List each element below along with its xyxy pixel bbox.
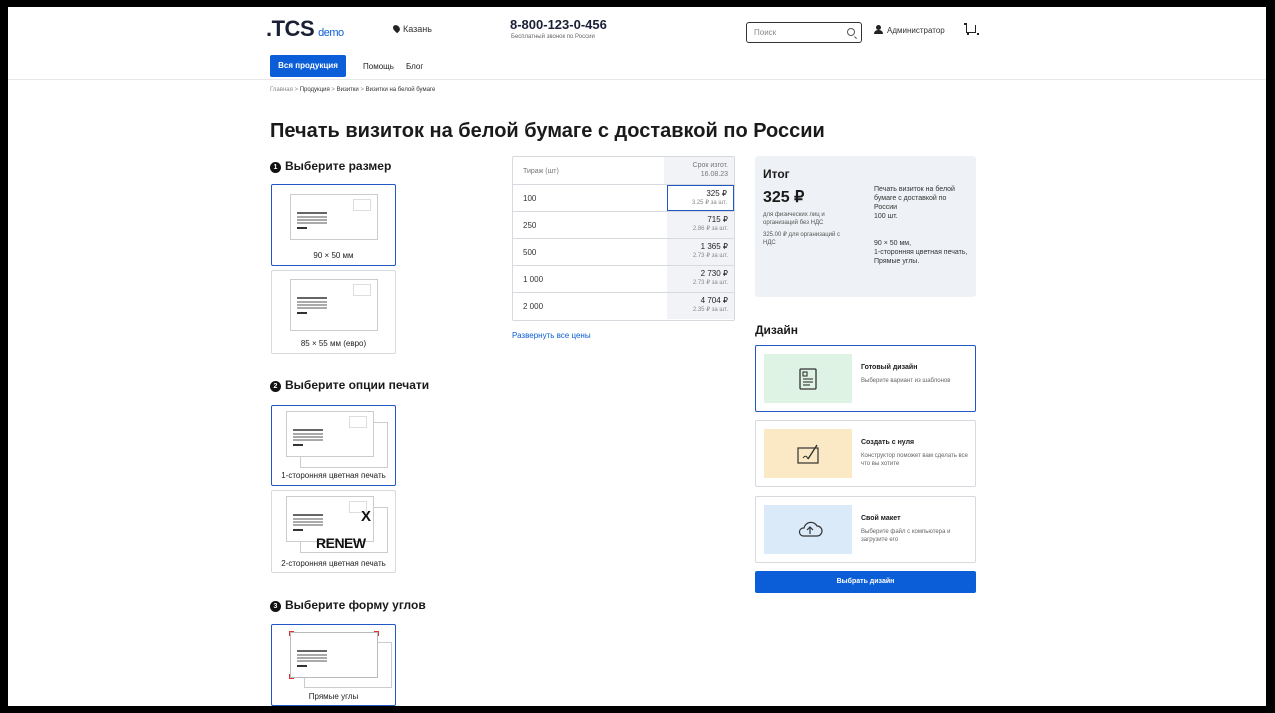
site-logo[interactable]: .TCS demo <box>266 16 344 42</box>
card-shape-preview <box>290 632 378 678</box>
order-summary: Итог 325 ₽ для физических лиц и организа… <box>755 156 976 297</box>
design-illustration <box>764 505 852 554</box>
design-section-title: Дизайн <box>755 323 799 337</box>
cloud-upload-icon <box>798 521 823 537</box>
breadcrumb-home[interactable]: Главная <box>270 87 293 93</box>
template-icon <box>799 368 817 390</box>
summary-title: Итог <box>763 167 790 181</box>
corners-option-square[interactable]: Прямые углы <box>271 624 396 706</box>
summary-note-no-vat: для физических лиц и организаций без НДС <box>763 212 825 226</box>
nav-all-products-button[interactable]: Вся продукция <box>270 55 346 77</box>
price-row[interactable]: 500 1 365 ₽2.73 ₽ за шт. <box>513 239 734 266</box>
design-option-ready[interactable]: Готовый дизайн Выберите вариант из шабло… <box>755 345 976 412</box>
search-icon[interactable] <box>847 28 855 36</box>
price-row[interactable]: 2 000 4 704 ₽2.35 ₽ за шт. <box>513 293 734 320</box>
print-option-two-sided[interactable]: X RENEW 2-сторонняя цветная печать <box>271 490 396 573</box>
breadcrumb: Главная > Продукция > Визитки > Визитки … <box>270 87 436 93</box>
corner-marker <box>289 631 294 636</box>
price-table-header: Тираж (шт) Срок изгот. 16.08.23 <box>513 157 734 185</box>
phone-number[interactable]: 8-800-123-0-456 <box>510 17 607 32</box>
step-print-title: 2 Выберите опции печати <box>270 378 429 392</box>
nav-blog-link[interactable]: Блог <box>406 62 423 71</box>
location-pin-icon <box>391 23 402 34</box>
design-illustration <box>764 429 852 478</box>
design-illustration <box>764 354 852 403</box>
summary-note-vat: 325.00 ₽ для организаций с НДС <box>763 232 841 246</box>
size-option-85x55[interactable]: 85 × 55 мм (евро) <box>271 270 396 354</box>
page-title: Печать визиток на белой бумаге с доставк… <box>270 120 825 142</box>
phone-note: Бесплатный звонок по России <box>511 34 595 40</box>
print-option-one-sided[interactable]: 1-сторонняя цветная печать <box>271 405 396 486</box>
user-icon <box>874 25 883 34</box>
summary-options: 90 × 50 мм, 1-сторонняя цветная печать, Пр… <box>874 240 968 265</box>
browser-viewport: .TCS demo Казань 8-800-123-0-456 Бесплатн… <box>8 7 1266 706</box>
card-preview-image <box>290 279 378 331</box>
cart-icon[interactable] <box>964 23 979 35</box>
city-selector[interactable]: Казань <box>391 23 432 34</box>
breadcrumb-products[interactable]: Продукция <box>300 87 330 93</box>
step-size-title: 1 Выберите размер <box>270 159 391 173</box>
price-row[interactable]: 100 325 ₽3.25 ₽ за шт. <box>513 185 734 212</box>
price-row[interactable]: 250 715 ₽2.86 ₽ за шт. <box>513 212 734 239</box>
size-option-90x50[interactable]: 90 × 50 мм <box>271 184 396 266</box>
step-corners-title: 3 Выберите форму углов <box>270 598 426 612</box>
price-table: Тираж (шт) Срок изгот. 16.08.23 100 325 ₽3… <box>512 156 735 321</box>
summary-description: Печать визиток на белой бумаге с доставк… <box>874 186 955 220</box>
user-menu[interactable]: Администратор <box>874 25 945 35</box>
logo-tag: demo <box>318 27 344 39</box>
card-preview-image <box>286 411 374 457</box>
corner-marker <box>289 674 294 679</box>
summary-price: 325 ₽ <box>763 189 805 206</box>
breadcrumb-cards[interactable]: Визитки <box>337 87 359 93</box>
site-header: .TCS demo Казань 8-800-123-0-456 Бесплатн… <box>8 7 1266 80</box>
card-preview-image <box>290 194 378 240</box>
renew-text: RENEW <box>316 535 366 551</box>
nav-help-link[interactable]: Помощь <box>363 62 394 71</box>
corner-marker <box>374 631 379 636</box>
expand-prices-link[interactable]: Развернуть все цены <box>512 331 591 340</box>
design-option-scratch[interactable]: Создать с нуля Конструктор поможет вам с… <box>755 420 976 487</box>
draw-icon <box>797 444 819 464</box>
price-row[interactable]: 1 000 2 730 ₽2.73 ₽ за шт. <box>513 266 734 293</box>
choose-design-button[interactable]: Выбрать дизайн <box>755 571 976 593</box>
search-input[interactable]: Поиск <box>746 22 862 43</box>
renew-mark: X <box>361 508 372 525</box>
breadcrumb-current: Визитки на белой бумаге <box>365 87 436 93</box>
design-option-upload[interactable]: Свой макет Выберите файл с компьютера и … <box>755 496 976 563</box>
